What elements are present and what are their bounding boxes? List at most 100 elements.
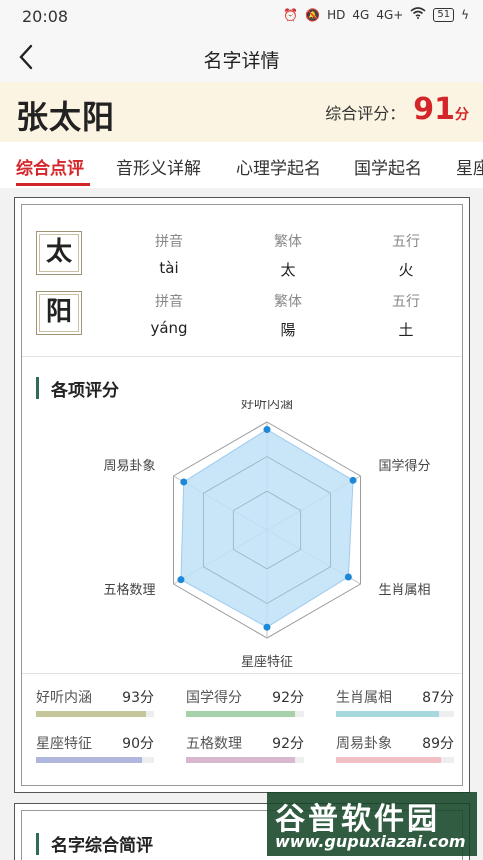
radar-point <box>177 576 185 584</box>
section-marker <box>36 832 39 855</box>
traditional-value: 陽 <box>280 321 296 339</box>
wuxing-attr: 五行 火 <box>366 231 446 280</box>
page-title: 名字详情 <box>203 50 280 72</box>
overview-card: 太 拼音 tài 繁体 太 五行 火 阳 拼音 yáng 繁体 陽 五行 土 各… <box>14 197 470 793</box>
traditional-attr: 繁体 陽 <box>248 291 328 340</box>
score-item: 生肖属相 87分 <box>336 687 454 727</box>
score-item-name: 星座特征 <box>36 736 92 752</box>
char-box: 太 <box>36 231 82 275</box>
scores-section-header: 各项评分 <box>36 377 119 401</box>
traditional-attr: 繁体 太 <box>248 231 328 280</box>
card-frame: 太 拼音 tài 繁体 太 五行 火 阳 拼音 yáng 繁体 陽 五行 土 各… <box>21 204 463 786</box>
nav-bar: 名字详情 <box>0 34 483 82</box>
signal-4g-icon: 4G <box>352 7 370 22</box>
score-value: 91 <box>413 92 455 127</box>
wuxing-attr: 五行 土 <box>366 291 446 340</box>
pinyin-label: 拼音 <box>155 234 183 250</box>
pinyin-label: 拼音 <box>155 294 183 310</box>
full-name: 张太阳 <box>16 98 116 136</box>
radar-point <box>344 573 352 581</box>
score-item-value: 92分 <box>272 736 304 752</box>
wuxing-label: 五行 <box>392 294 420 310</box>
score-item: 国学得分 92分 <box>186 687 304 727</box>
traditional-label: 繁体 <box>274 234 302 250</box>
radar-axis-label: 周易卦象 <box>103 459 155 474</box>
summary-section-header: 名字综合简评 <box>36 831 153 856</box>
divider <box>22 673 462 674</box>
status-icons: ⏰ 🔕 HD 4G 4G+ 51 ϟ <box>283 7 469 22</box>
traditional-label: 繁体 <box>274 294 302 310</box>
tab-psychology-naming[interactable]: 心理学起名 <box>236 154 321 179</box>
site-watermark: 谷普软件园 www.gupuxiazai.com <box>267 792 477 856</box>
section-title: 各项评分 <box>51 380 119 401</box>
active-tab-indicator <box>16 183 90 186</box>
battery-icon: 51 <box>433 7 455 22</box>
char-box: 阳 <box>36 291 82 335</box>
score-item-value: 90分 <box>122 736 154 752</box>
radar-axis-label: 国学得分 <box>379 458 431 474</box>
score-bar-track <box>36 711 154 717</box>
wifi-icon <box>410 7 426 22</box>
score-item-name: 周易卦象 <box>336 736 392 752</box>
radar-point <box>349 476 357 484</box>
wuxing-value: 火 <box>398 261 414 279</box>
char-row-2: 阳 拼音 yáng 繁体 陽 五行 土 <box>36 291 456 340</box>
score-bar-fill <box>336 757 441 763</box>
radar-axis-label: 好听内涵 <box>241 400 293 412</box>
score-bar-fill <box>186 711 295 717</box>
score-bar-track <box>186 711 304 717</box>
score-unit: 分 <box>455 107 469 123</box>
wuxing-label: 五行 <box>392 234 420 250</box>
score-bar-track <box>336 757 454 763</box>
score-item: 好听内涵 93分 <box>36 687 154 727</box>
divider <box>22 356 462 357</box>
score-item-name: 生肖属相 <box>336 690 392 706</box>
pinyin-attr: 拼音 yáng <box>129 291 209 337</box>
char-row-1: 太 拼音 tài 繁体 太 五行 火 <box>36 231 456 280</box>
status-time: 20:08 <box>22 7 69 26</box>
alarm-icon: ⏰ <box>283 7 299 22</box>
radar-data-area <box>180 428 354 628</box>
score-bar-fill <box>36 711 146 717</box>
score-item-name: 国学得分 <box>186 690 242 706</box>
radar-point <box>180 478 188 486</box>
score-item-value: 92分 <box>272 690 304 706</box>
section-marker <box>36 377 39 399</box>
score-bar-track <box>336 711 454 717</box>
battery-level: 51 <box>433 7 455 22</box>
charging-icon: ϟ <box>461 7 469 22</box>
score-item-value: 93分 <box>122 690 154 706</box>
tab-bar: 综合点评 音形义详解 心理学起名 国学起名 星座 <box>0 142 483 188</box>
score-item-name: 好听内涵 <box>36 690 92 706</box>
status-bar: 20:08 ⏰ 🔕 HD 4G 4G+ 51 ϟ <box>0 0 483 34</box>
radar-axis-label: 星座特征 <box>241 655 293 670</box>
tab-guoxue-naming[interactable]: 国学起名 <box>354 154 422 179</box>
score-bar-track <box>36 757 154 763</box>
mute-icon: 🔕 <box>305 7 321 22</box>
radar-point <box>263 623 271 631</box>
score-label: 综合评分： <box>325 104 406 123</box>
pinyin-value: tài <box>159 259 179 277</box>
traditional-value: 太 <box>280 261 296 279</box>
score-bar-track <box>186 757 304 763</box>
radar-chart: 好听内涵国学得分生肖属相星座特征 五格数理 周易卦象 <box>103 400 431 670</box>
overall-score: 综合评分： 91 分 <box>325 92 469 127</box>
radar-axis-label: 生肖属相 <box>379 583 431 598</box>
pinyin-value: yáng <box>150 319 188 337</box>
score-item: 星座特征 90分 <box>36 733 154 773</box>
score-bar-fill <box>186 757 295 763</box>
hd-icon: HD <box>327 7 346 22</box>
score-bar-fill <box>36 757 143 763</box>
signal-4g-plus-icon: 4G+ <box>376 7 404 22</box>
wuxing-value: 土 <box>398 321 414 339</box>
radar-axis-label: 五格数理 <box>103 582 155 598</box>
name-banner: 张太阳 综合评分： 91 分 <box>0 82 483 142</box>
tab-sound-form-meaning[interactable]: 音形义详解 <box>116 154 201 179</box>
watermark-url: www.gupuxiazai.com <box>275 832 466 851</box>
score-item-value: 87分 <box>422 690 454 706</box>
score-item-value: 89分 <box>422 736 454 752</box>
tab-overview[interactable]: 综合点评 <box>16 154 84 179</box>
pinyin-attr: 拼音 tài <box>129 231 209 277</box>
tab-zodiac[interactable]: 星座 <box>456 154 483 179</box>
radar-point <box>263 426 271 434</box>
